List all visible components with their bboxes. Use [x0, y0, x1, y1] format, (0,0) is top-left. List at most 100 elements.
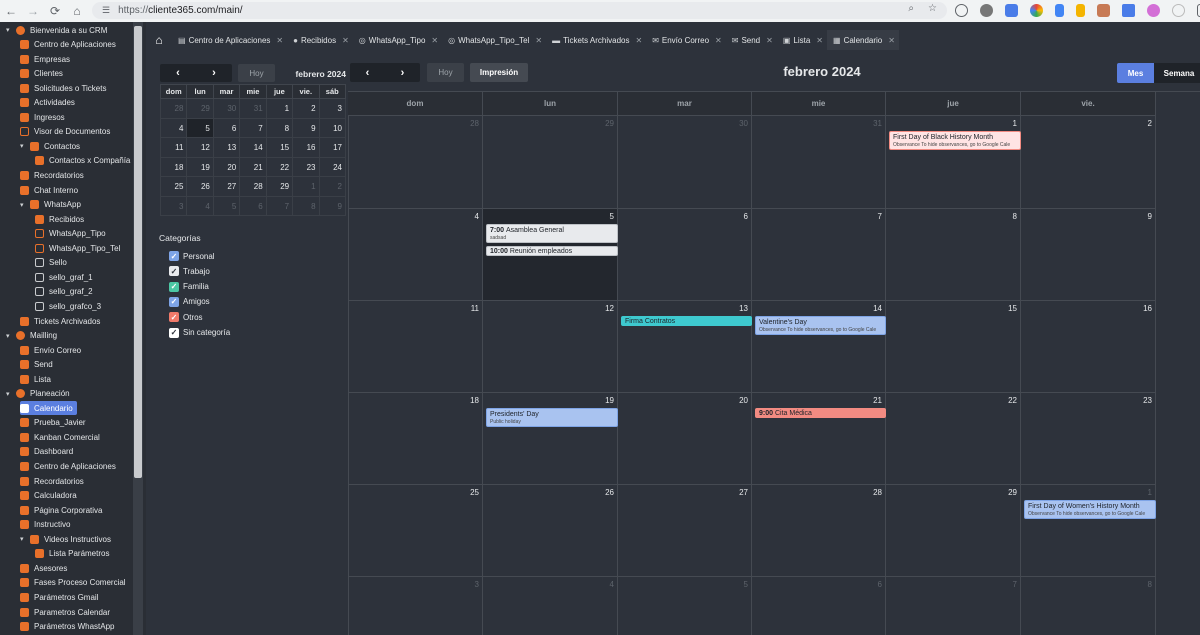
- sidebar-item[interactable]: ▾ Planeación: [6, 387, 70, 401]
- sidebar-item[interactable]: Solicitudes o Tickets: [20, 81, 106, 95]
- home-icon[interactable]: ⌂: [66, 0, 88, 22]
- sidebar-item[interactable]: sello_graf_2: [35, 285, 93, 299]
- sidebar-item[interactable]: Tickets Archivados: [20, 314, 100, 328]
- tab-item[interactable]: ▦ Calendario ✕: [827, 30, 899, 50]
- mini-day-cell[interactable]: 23: [292, 156, 320, 177]
- day-cell[interactable]: 28: [752, 485, 886, 577]
- day-cell[interactable]: 4: [348, 209, 483, 301]
- close-icon[interactable]: ✕: [342, 36, 349, 45]
- flower-extension-icon[interactable]: [1147, 4, 1160, 17]
- day-cell[interactable]: 14: [752, 301, 886, 393]
- day-cell[interactable]: 31: [752, 116, 886, 209]
- checkbox-checked-icon[interactable]: ✓: [169, 281, 179, 292]
- month-view-button[interactable]: Mes: [1117, 63, 1154, 83]
- mini-day-cell[interactable]: 6: [239, 195, 267, 216]
- sidebar-item[interactable]: WhatsApp_Tipo: [35, 227, 106, 241]
- sidebar-item[interactable]: Prueba_Javier: [20, 416, 86, 430]
- doc-extension-icon[interactable]: [1055, 4, 1064, 17]
- note-extension-icon[interactable]: [1097, 4, 1110, 17]
- tab-item[interactable]: ▤ Centro de Aplicaciones ✕: [172, 30, 287, 50]
- mini-day-cell[interactable]: 5: [186, 117, 214, 138]
- mini-day-cell[interactable]: 4: [186, 195, 214, 216]
- mini-day-cell[interactable]: 7: [265, 195, 294, 216]
- sidebar-item[interactable]: WhatsApp_Tipo_Tel: [35, 241, 120, 255]
- back-icon[interactable]: ←: [0, 0, 22, 22]
- day-cell[interactable]: 8: [886, 209, 1021, 301]
- prev-month-icon[interactable]: ‹: [350, 63, 385, 82]
- mini-day-cell[interactable]: 8: [265, 117, 294, 138]
- translate-extension-icon[interactable]: [1005, 4, 1018, 17]
- mini-day-cell[interactable]: 2: [292, 98, 320, 119]
- sidebar-item[interactable]: Fases Proceso Comercial: [20, 576, 126, 590]
- sidebar-item[interactable]: ▾ Mailling: [6, 329, 57, 343]
- day-cell[interactable]: 29: [483, 116, 618, 209]
- close-icon[interactable]: ✕: [276, 36, 283, 45]
- today-button[interactable]: Hoy: [427, 63, 464, 82]
- sidebar-item[interactable]: ▾ Videos Instructivos: [20, 532, 111, 546]
- sidebar-item[interactable]: Calculadora: [20, 489, 77, 503]
- site-info-icon[interactable]: ☰: [102, 5, 110, 16]
- mini-day-cell[interactable]: 9: [292, 117, 320, 138]
- sidebar-item[interactable]: ▾ Bienvenida a su CRM: [6, 23, 107, 37]
- calendar-event[interactable]: 7:00 Asamblea General sadsad: [486, 224, 618, 243]
- print-button[interactable]: Impresión: [470, 63, 528, 82]
- day-cell[interactable]: 25: [348, 485, 483, 577]
- mini-day-cell[interactable]: 18: [159, 156, 188, 177]
- calendar-event[interactable]: 10:00 Reunión empleados: [486, 246, 618, 256]
- close-icon[interactable]: ✕: [888, 36, 895, 45]
- day-cell[interactable]: 8: [1021, 577, 1156, 635]
- day-cell[interactable]: 21: [752, 393, 886, 485]
- tab-item[interactable]: ✉ Send ✕: [726, 30, 777, 50]
- checkbox-checked-icon[interactable]: ✓: [169, 312, 179, 323]
- sidebar-item[interactable]: Parámetros WhastApp: [20, 620, 114, 634]
- calendar-event[interactable]: First Day of Women's History Month Observ…: [1024, 500, 1156, 519]
- sidebar-item[interactable]: Ingresos: [20, 110, 65, 124]
- day-cell[interactable]: 22: [886, 393, 1021, 485]
- day-cell[interactable]: 3: [348, 577, 483, 635]
- mini-day-cell[interactable]: 30: [212, 98, 241, 119]
- mini-day-cell[interactable]: 24: [318, 156, 347, 177]
- sidebar-item[interactable]: Centro de Aplicaciones: [20, 460, 116, 474]
- mini-day-cell[interactable]: 12: [186, 137, 214, 158]
- checkbox-checked-icon[interactable]: ✓: [169, 266, 179, 277]
- clip-extension-icon[interactable]: [1076, 4, 1085, 17]
- mini-day-cell[interactable]: 2: [318, 176, 347, 197]
- mini-day-cell[interactable]: 8: [292, 195, 320, 216]
- mini-day-cell[interactable]: 27: [212, 176, 241, 197]
- tab-item[interactable]: ▬ Tickets Archivados ✕: [546, 30, 646, 50]
- mini-day-cell[interactable]: 3: [318, 98, 347, 119]
- color-extension-icon[interactable]: [1030, 4, 1043, 17]
- day-cell[interactable]: 2: [1021, 116, 1156, 209]
- day-cell[interactable]: 18: [348, 393, 483, 485]
- sidebar-item[interactable]: ▾ Contactos: [20, 139, 80, 153]
- tab-item[interactable]: ✉ Envío Correo ✕: [646, 30, 726, 50]
- mini-day-cell[interactable]: 20: [212, 156, 241, 177]
- sidebar-item[interactable]: Kanban Comercial: [20, 430, 100, 444]
- puzzle-extension-icon[interactable]: [1122, 4, 1135, 17]
- calendar-event[interactable]: Valentine's Day Observance To hide observ…: [755, 316, 886, 335]
- day-cell[interactable]: 16: [1021, 301, 1156, 393]
- day-cell[interactable]: 30: [618, 116, 752, 209]
- mini-day-cell[interactable]: 15: [265, 137, 294, 158]
- link-extension-icon[interactable]: [1172, 4, 1185, 17]
- calendar-event[interactable]: First Day of Black History Month Observan…: [889, 131, 1021, 150]
- day-cell[interactable]: 20: [618, 393, 752, 485]
- sidebar-item[interactable]: Envío Correo: [20, 343, 81, 357]
- category-item[interactable]: ✓ Familia: [169, 281, 209, 293]
- mini-day-cell[interactable]: 1: [265, 98, 294, 119]
- category-item[interactable]: ✓ Personal: [169, 250, 215, 262]
- day-cell[interactable]: 7: [886, 577, 1021, 635]
- recycle-extension-icon[interactable]: [955, 4, 968, 17]
- day-cell[interactable]: 7: [752, 209, 886, 301]
- day-cell[interactable]: 9: [1021, 209, 1156, 301]
- day-cell[interactable]: 6: [618, 209, 752, 301]
- day-cell[interactable]: 4: [483, 577, 618, 635]
- checkbox-checked-icon[interactable]: ✓: [169, 251, 179, 261]
- day-cell[interactable]: 6: [752, 577, 886, 635]
- week-view-button[interactable]: Semana: [1154, 63, 1200, 83]
- mini-day-cell[interactable]: 9: [318, 195, 347, 216]
- mini-day-cell[interactable]: 14: [239, 137, 267, 158]
- day-cell[interactable]: 19: [483, 393, 618, 485]
- close-icon[interactable]: ✕: [766, 36, 773, 45]
- day-cell[interactable]: 28: [348, 116, 483, 209]
